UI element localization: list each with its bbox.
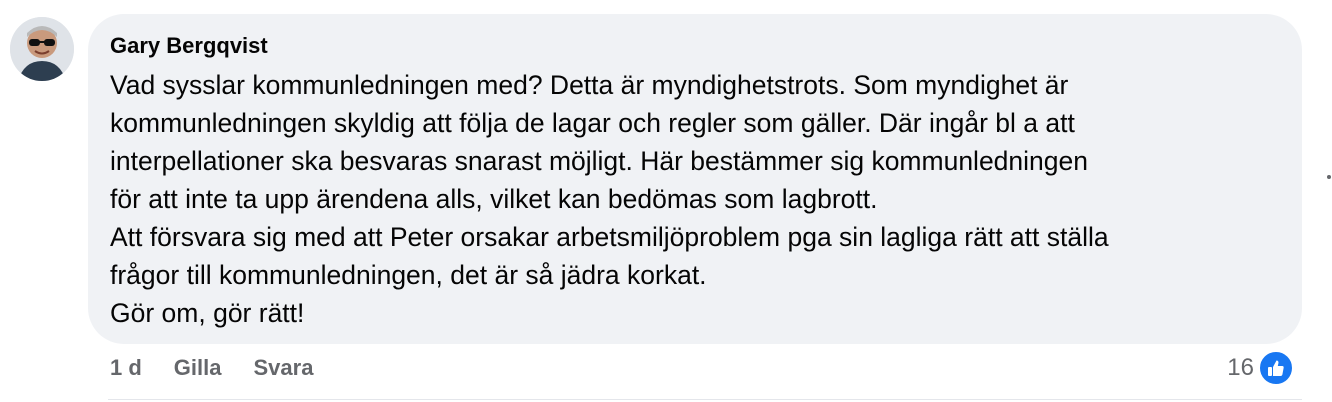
comment-timestamp[interactable]: 1 d — [110, 354, 142, 382]
comment-text-line: kommunledningen skyldig att följa de lag… — [110, 108, 1075, 138]
divider — [108, 399, 1302, 400]
more-options-icon[interactable] — [1327, 175, 1331, 179]
avatar[interactable] — [10, 17, 74, 81]
comment-bubble: Gary Bergqvist Vad sysslar kommunledning… — [88, 14, 1302, 344]
reaction-count: 16 — [1227, 354, 1254, 381]
comment-text-line: interpellationer ska besvaras snarast mö… — [110, 146, 1089, 176]
avatar-photo — [10, 17, 74, 81]
reply-button[interactable]: Svara — [253, 354, 313, 382]
comment-text-line: Vad sysslar kommunledningen med? Detta ä… — [110, 70, 1069, 100]
like-button[interactable]: Gilla — [174, 354, 222, 382]
comment-author[interactable]: Gary Bergqvist — [110, 32, 1280, 60]
comment-text-line: Gör om, gör rätt! — [110, 298, 305, 328]
comment-actions: 1 d Gilla Svara — [110, 354, 313, 382]
reaction-summary[interactable]: 16 — [1227, 350, 1294, 386]
comment-text-line: Att försvara sig med att Peter orsakar a… — [110, 222, 1109, 252]
comment-text-line: frågor till kommunledningen, det är så j… — [110, 260, 707, 290]
comment-text-line: för att inte ta upp ärendena alls, vilke… — [110, 184, 878, 214]
thumbs-up-icon — [1258, 350, 1294, 386]
